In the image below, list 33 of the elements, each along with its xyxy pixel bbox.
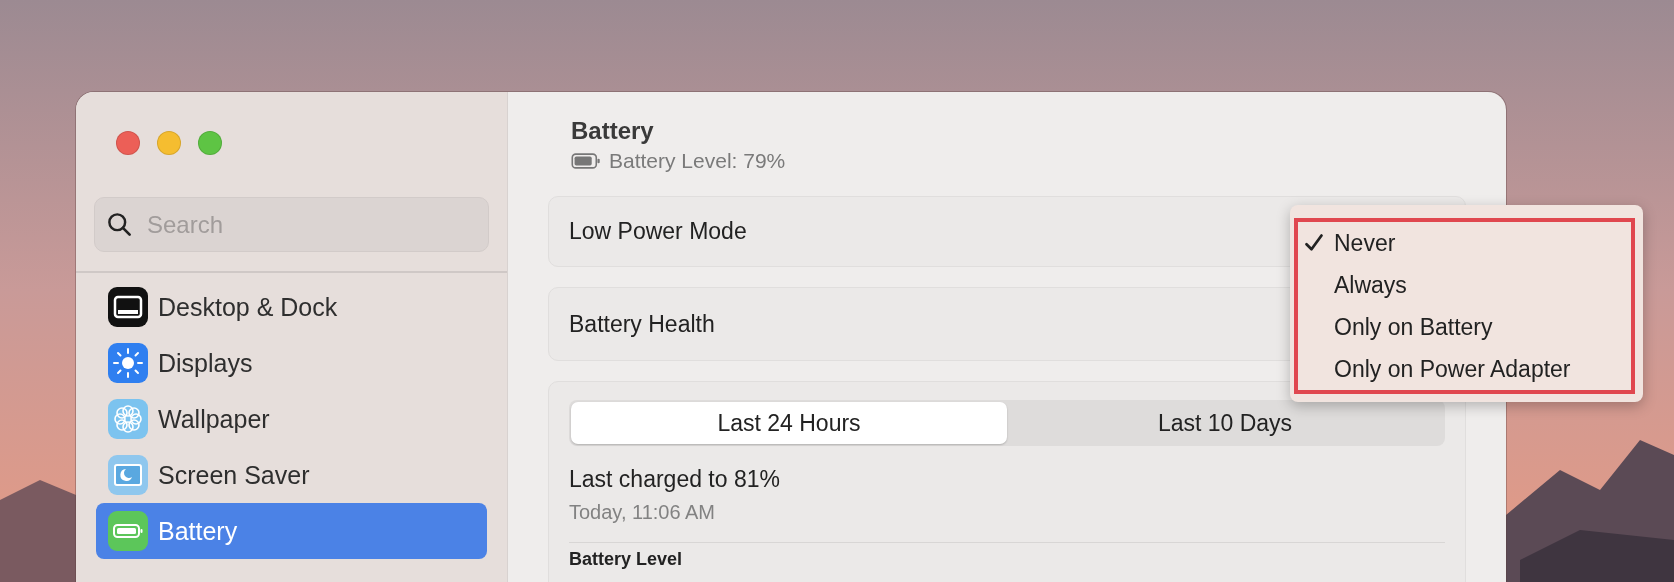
search-field[interactable]: Search: [94, 197, 489, 252]
last-charged-text: Last charged to 81%: [569, 466, 781, 493]
moon-icon: [108, 455, 148, 495]
menu-item[interactable]: Never: [1304, 229, 1625, 257]
segment-tab[interactable]: Last 10 Days: [1007, 402, 1443, 444]
sidebar-item[interactable]: Displays: [96, 335, 487, 391]
sun-icon: [108, 343, 148, 383]
flower-icon: [108, 399, 148, 439]
menu-item-label: Only on Battery: [1334, 313, 1493, 341]
sidebar-item[interactable]: Wallpaper: [96, 391, 487, 447]
close-button[interactable]: [116, 131, 140, 155]
battery-icon: [571, 153, 601, 169]
segment-tab[interactable]: Last 24 Hours: [571, 402, 1007, 444]
setting-label: Low Power Mode: [569, 218, 747, 245]
menu-item[interactable]: Only on Battery: [1304, 313, 1625, 341]
menu-item[interactable]: Always: [1304, 271, 1625, 299]
menu-item-label: Always: [1334, 271, 1407, 299]
battery-icon: [108, 511, 148, 551]
minimize-button[interactable]: [157, 131, 181, 155]
sidebar-item[interactable]: Screen Saver: [96, 447, 487, 503]
page-title: Battery: [571, 117, 655, 145]
setting-label: Battery Health: [569, 310, 715, 338]
menu-item-label: Never: [1334, 229, 1396, 257]
sidebar-item[interactable]: Battery: [96, 503, 487, 559]
sidebar-item[interactable]: Desktop & Dock: [96, 279, 487, 335]
dock-icon: [108, 287, 148, 327]
zoom-button[interactable]: [198, 131, 222, 155]
menu-item[interactable]: Only on Power Adapter: [1304, 355, 1625, 383]
section-title: Battery Level: [569, 549, 684, 570]
battery-level-text: Battery Level: 79%: [609, 149, 786, 173]
charge-time: Today, 11:06 AM: [569, 501, 716, 524]
menu-item-label: Only on Power Adapter: [1334, 355, 1571, 383]
search-icon: [106, 211, 133, 238]
